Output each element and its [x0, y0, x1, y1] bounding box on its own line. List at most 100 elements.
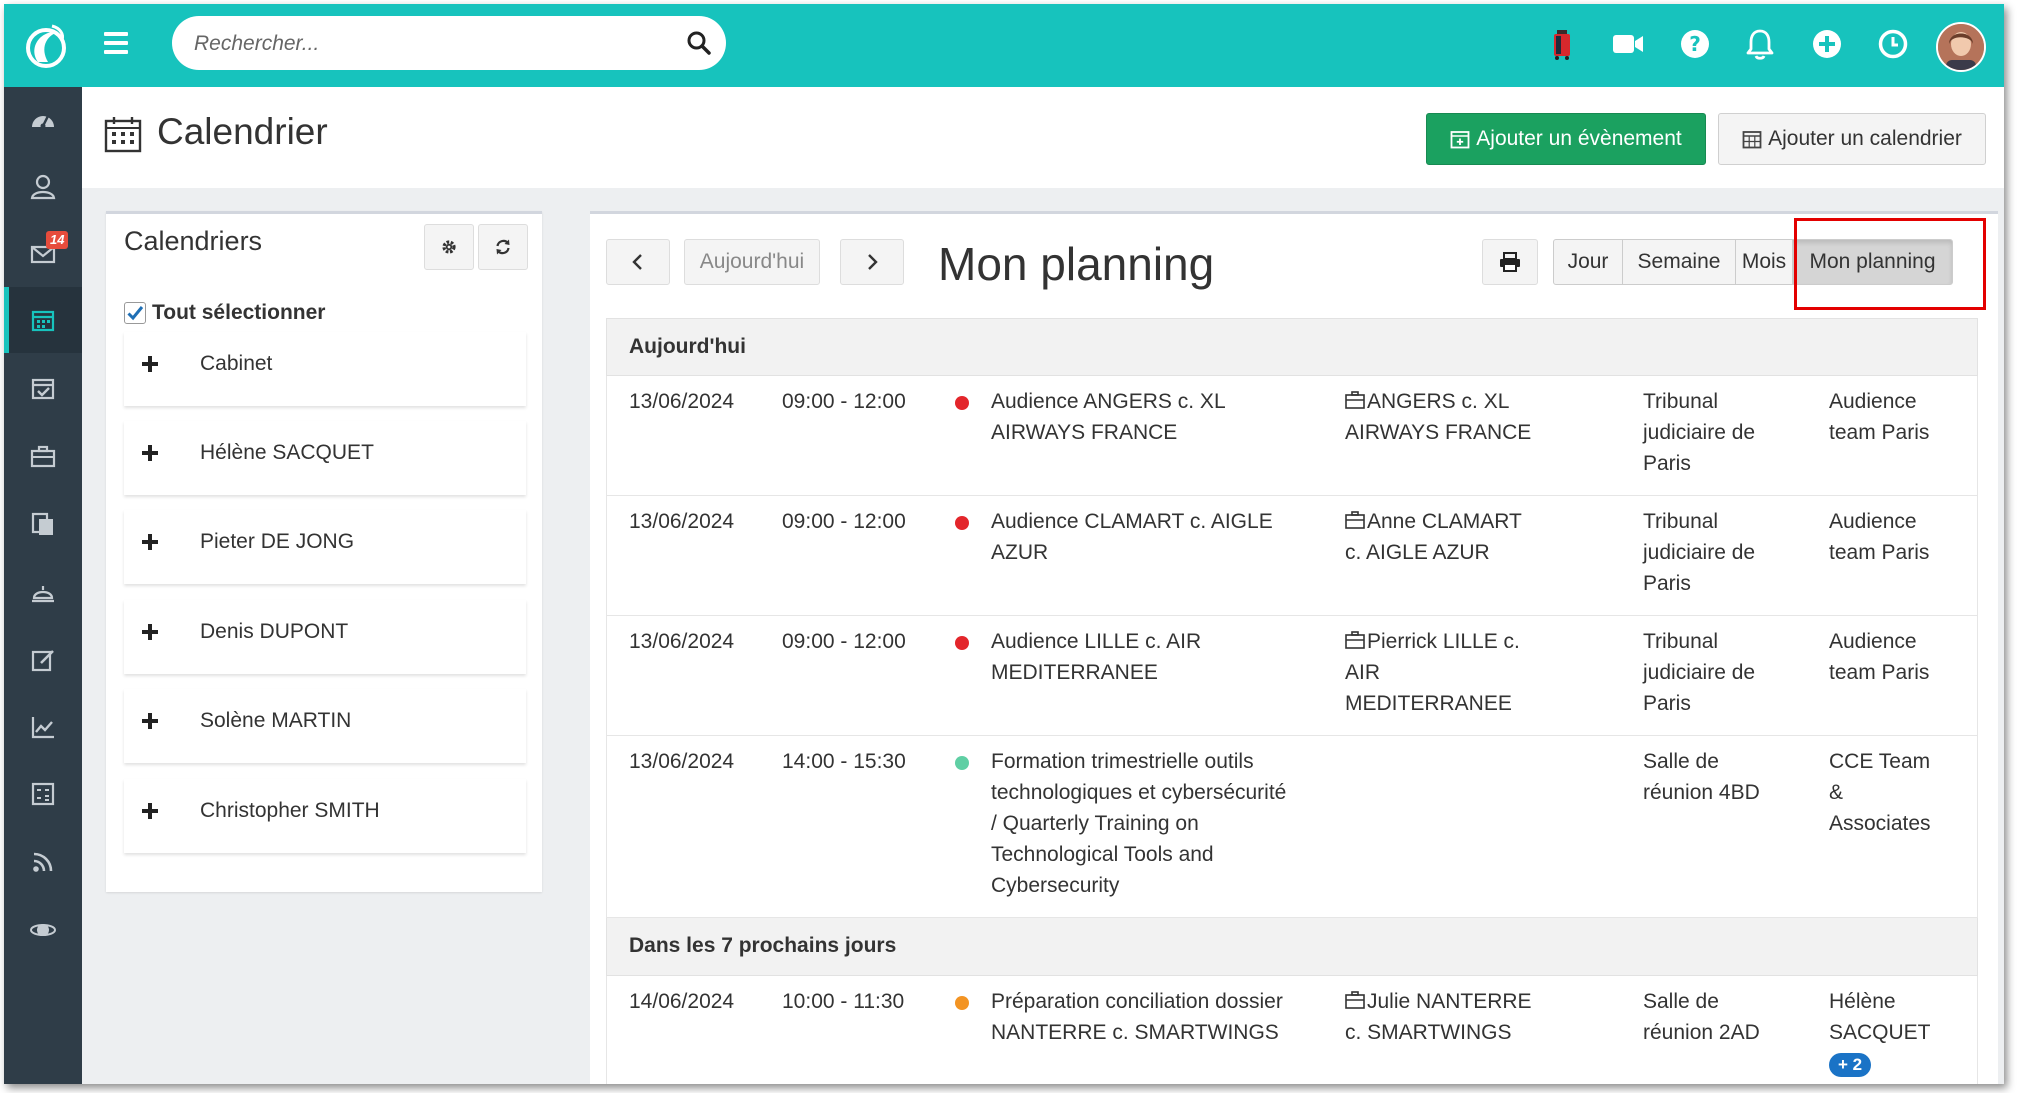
add-circle-icon[interactable] [1809, 26, 1845, 62]
more-participants-badge[interactable]: + 2 [1829, 1053, 1872, 1077]
event-title[interactable]: Formation trimestrielle outils technolog… [991, 746, 1301, 901]
plus-icon[interactable] [140, 622, 160, 642]
event-participant-line: Hélène [1829, 990, 1896, 1013]
event-title[interactable]: Audience ANGERS c. XL AIRWAYS FRANCE [991, 386, 1301, 448]
calendar-plus-icon [1450, 131, 1470, 149]
event-case[interactable]: ANGERS c. XL AIRWAYS FRANCE [1345, 386, 1565, 448]
luggage-icon[interactable] [1544, 26, 1580, 62]
calendar-item-cabinet[interactable]: Cabinet [124, 332, 526, 406]
event-location: Tribunal judiciaire de Paris [1643, 506, 1783, 599]
plus-icon[interactable] [140, 711, 160, 731]
event-case[interactable]: Anne CLAMART c. AIGLE AZUR [1345, 506, 1565, 568]
sidebar-item-mail[interactable]: 14 [4, 221, 82, 287]
sidebar-item-notes[interactable] [4, 627, 82, 693]
event-row[interactable]: 13/06/2024 09:00 - 12:00 Audience CLAMAR… [606, 496, 1978, 616]
calendar-refresh-button[interactable] [478, 224, 528, 270]
sidebar-item-tasks[interactable] [4, 355, 82, 421]
print-icon [1500, 252, 1520, 272]
sidebar-item-calendar[interactable] [4, 287, 82, 353]
event-row[interactable]: 13/06/2024 14:00 - 15:30 Formation trime… [606, 736, 1978, 918]
calendar-item-christopher-smith[interactable]: Christopher SMITH [124, 779, 526, 853]
calendar-check-icon [31, 378, 55, 400]
event-location: Salle de réunion 2AD [1643, 986, 1783, 1048]
add-event-button[interactable]: Ajouter un évènement [1426, 113, 1706, 165]
event-participant-line: team Paris [1829, 661, 1930, 684]
previous-button[interactable] [606, 239, 670, 285]
calendar-item-pieter-de-jong[interactable]: Pieter DE JONG [124, 510, 526, 584]
sidebar-item-cases[interactable] [4, 423, 82, 489]
sidebar-item-feed[interactable] [4, 829, 82, 895]
app-logo-icon[interactable] [18, 18, 74, 74]
briefcase-icon [1345, 991, 1365, 1009]
sidebar-item-documents[interactable] [4, 491, 82, 557]
plus-icon[interactable] [140, 443, 160, 463]
plus-icon[interactable] [140, 354, 160, 374]
event-case[interactable]: Pierrick LILLE c. AIR MEDITERRANEE [1345, 626, 1565, 719]
sidebar-item-ai[interactable] [4, 897, 82, 963]
event-color-dot [955, 756, 969, 770]
today-button[interactable]: Aujourd'hui [684, 239, 820, 285]
event-case-line: Anne CLAMART [1367, 510, 1522, 533]
planning-list: Aujourd'hui 13/06/2024 09:00 - 12:00 Aud… [606, 318, 1978, 1084]
event-location-line: Tribunal [1643, 630, 1719, 653]
video-camera-icon[interactable] [1610, 26, 1646, 62]
briefcase-icon [30, 445, 56, 468]
plus-icon[interactable] [140, 801, 160, 821]
calendar-settings-button[interactable] [424, 224, 474, 270]
sidebar-item-contacts[interactable] [4, 154, 82, 220]
event-participant-line: SACQUET [1829, 1021, 1931, 1044]
event-participant-line: team Paris [1829, 541, 1930, 564]
next-button[interactable] [840, 239, 904, 285]
event-title[interactable]: Audience LILLE c. AIR MEDITERRANEE [991, 626, 1301, 688]
plus-icon[interactable] [140, 532, 160, 552]
calendar-item-helene-sacquet[interactable]: Hélène SACQUET [124, 421, 526, 495]
brain-orbit-icon [30, 924, 56, 936]
notification-bell-icon[interactable] [1742, 26, 1778, 62]
section-header: Aujourd'hui [606, 318, 1978, 376]
sidebar-item-billing[interactable] [4, 559, 82, 625]
event-title[interactable]: Préparation conciliation dossier NANTERR… [991, 986, 1301, 1048]
help-icon[interactable]: ? [1677, 26, 1713, 62]
user-avatar[interactable] [1936, 22, 1986, 72]
highlight-annotation [1794, 218, 1986, 310]
edit-icon [31, 650, 54, 672]
print-button[interactable] [1482, 239, 1538, 285]
event-case[interactable]: Julie NANTERRE c. SMARTWINGS [1345, 986, 1565, 1048]
calendar-item-denis-dupont[interactable]: Denis DUPONT [124, 600, 526, 674]
view-day-button[interactable]: Jour [1553, 239, 1623, 285]
event-location-line: judiciaire de [1643, 421, 1756, 444]
chevron-right-icon [868, 254, 878, 270]
calendar-item-label: Christopher SMITH [200, 799, 380, 822]
line-chart-icon [31, 717, 54, 739]
sidebar-item-accounting[interactable] [4, 761, 82, 827]
clock-icon[interactable] [1875, 26, 1911, 62]
view-week-button[interactable]: Semaine [1622, 239, 1736, 285]
event-title[interactable]: Audience CLAMART c. AIGLE AZUR [991, 506, 1301, 568]
event-participant-line: Associates [1829, 812, 1931, 835]
add-calendar-button[interactable]: Ajouter un calendrier [1718, 113, 1986, 165]
event-participants: Audience team Paris [1829, 626, 1969, 688]
select-all-label: Tout sélectionner [152, 301, 326, 324]
add-calendar-label: Ajouter un calendrier [1768, 127, 1962, 150]
calendar-item-label: Hélène SACQUET [200, 441, 374, 464]
event-row[interactable]: 13/06/2024 09:00 - 12:00 Audience LILLE … [606, 616, 1978, 736]
select-all-checkbox[interactable]: Tout sélectionner [124, 301, 325, 325]
search-icon[interactable] [686, 30, 712, 56]
search-input[interactable] [192, 16, 676, 72]
add-event-label: Ajouter un évènement [1476, 127, 1682, 150]
calendar-item-solene-martin[interactable]: Solène MARTIN [124, 689, 526, 763]
event-color-dot [955, 396, 969, 410]
menu-toggle-icon[interactable] [104, 32, 128, 58]
search-bar [172, 16, 726, 72]
event-date: 13/06/2024 [629, 510, 735, 533]
event-location-line: Salle de [1643, 990, 1719, 1013]
event-location-line: réunion 2AD [1643, 1021, 1760, 1044]
view-month-button[interactable]: Mois [1735, 239, 1793, 285]
event-title-line: Audience CLAMART c. AIGLE [991, 510, 1273, 533]
sidebar-item-reports[interactable] [4, 694, 82, 760]
event-row[interactable]: 14/06/2024 10:00 - 11:30 Préparation con… [606, 976, 1978, 1084]
event-row[interactable]: 13/06/2024 09:00 - 12:00 Audience ANGERS… [606, 376, 1978, 496]
sidebar-item-dashboard[interactable] [4, 87, 82, 153]
event-color-dot [955, 516, 969, 530]
calendar-grid-icon [1742, 131, 1762, 149]
